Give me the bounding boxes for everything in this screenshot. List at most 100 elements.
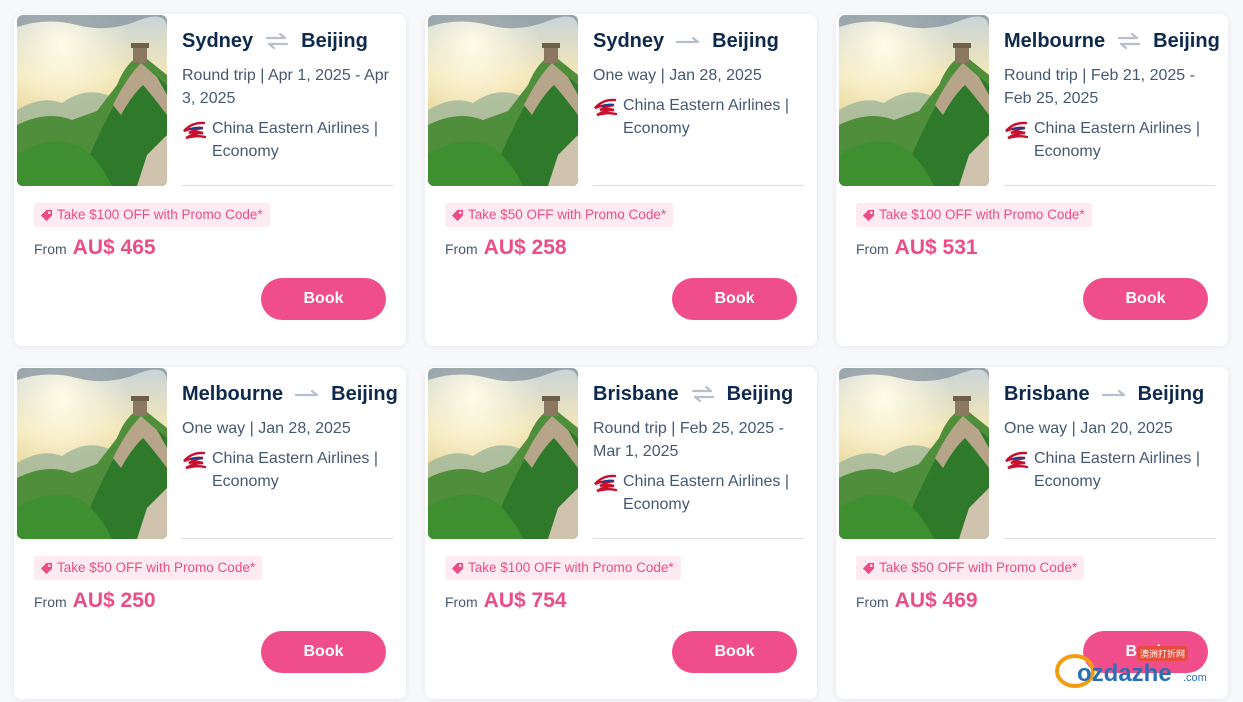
price-tag-icon: [40, 209, 53, 221]
promo-badge: Take $50 OFF with Promo Code*: [445, 203, 674, 227]
china-eastern-logo-icon: [1005, 451, 1028, 470]
deal-info: Melbourne Beijing Round trip | Feb 21, 2…: [1004, 26, 1220, 186]
origin-city: Sydney: [593, 29, 665, 52]
watermark-text: ozdazhe: [1077, 660, 1172, 687]
roundtrip-arrows-icon: [1118, 33, 1141, 49]
from-label: From: [34, 241, 67, 257]
airline-info: China Eastern Airlines | Economy: [182, 117, 393, 163]
origin-city: Sydney: [182, 29, 254, 52]
oneway-arrow-icon: [1101, 389, 1125, 397]
book-button[interactable]: Book: [261, 278, 386, 320]
destination-city: Beijing: [726, 382, 794, 405]
airline-info: China Eastern Airlines | Economy: [593, 94, 804, 140]
airline-cabin: China Eastern Airlines | Economy: [623, 473, 790, 513]
airline-info: China Eastern Airlines | Economy: [182, 447, 393, 493]
promo-badge: Take $100 OFF with Promo Code*: [856, 203, 1092, 227]
oneway-arrow-icon: [295, 389, 319, 397]
deal-info: Melbourne Beijing One way | Jan 28, 2025…: [182, 379, 398, 539]
origin-city: Melbourne: [182, 382, 284, 405]
roundtrip-indicator: [691, 386, 715, 402]
flight-deal-card[interactable]: Brisbane Beijing Round trip | Feb 25, 20…: [425, 367, 817, 699]
flight-deal-card[interactable]: Sydney Beijing Round trip | Apr 1, 2025 …: [14, 14, 406, 346]
destination-city: Beijing: [1137, 382, 1205, 405]
great-wall-photo: [428, 368, 578, 539]
promo-text: Take $100 OFF with Promo Code*: [57, 207, 263, 222]
route-title: Brisbane Beijing: [593, 379, 804, 409]
price-tag-icon: [862, 562, 875, 574]
flight-deal-card[interactable]: Melbourne Beijing Round trip | Feb 21, 2…: [836, 14, 1228, 346]
from-label: From: [34, 594, 67, 610]
book-button[interactable]: Book: [672, 631, 797, 673]
trip-dates: One way | Jan 28, 2025: [182, 420, 351, 437]
deal-info: Sydney Beijing One way | Jan 28, 2025 Ch…: [593, 26, 804, 186]
price-block: From AU$ 469: [856, 589, 978, 613]
deal-info: Brisbane Beijing One way | Jan 20, 2025 …: [1004, 379, 1215, 539]
watermark-badge: 澳洲打折网: [1137, 646, 1189, 661]
airline-cabin: China Eastern Airlines | Economy: [623, 97, 790, 137]
trip-dates: Round trip | Feb 25, 2025 - Mar 1, 2025: [593, 420, 784, 460]
promo-text: Take $50 OFF with Promo Code*: [57, 560, 256, 575]
price-tag-icon: [451, 209, 464, 221]
trip-dates: Round trip | Feb 21, 2025 - Feb 25, 2025: [1004, 67, 1195, 107]
roundtrip-arrows-icon: [691, 386, 714, 402]
china-eastern-logo-icon: [183, 121, 206, 140]
deals-grid: Sydney Beijing Round trip | Apr 1, 2025 …: [14, 14, 1228, 699]
promo-badge: Take $100 OFF with Promo Code*: [34, 203, 270, 227]
airline-cabin: China Eastern Airlines | Economy: [212, 120, 379, 160]
great-wall-photo: [428, 15, 578, 186]
destination-city: Beijing: [331, 382, 398, 405]
from-label: From: [445, 241, 478, 257]
airline-info: China Eastern Airlines | Economy: [1004, 447, 1215, 493]
promo-text: Take $100 OFF with Promo Code*: [468, 560, 674, 575]
airline-cabin: China Eastern Airlines | Economy: [1034, 450, 1201, 490]
price-tag-icon: [451, 562, 464, 574]
price-amount: AU$ 258: [483, 236, 567, 259]
route-title: Brisbane Beijing: [1004, 379, 1215, 409]
great-wall-photo: [839, 368, 989, 539]
price-block: From AU$ 250: [34, 589, 156, 613]
oneway-indicator: [676, 36, 700, 46]
oneway-arrow-icon: [676, 36, 700, 44]
deal-info: Brisbane Beijing Round trip | Feb 25, 20…: [593, 379, 804, 539]
promo-text: Take $100 OFF with Promo Code*: [879, 207, 1085, 222]
price-amount: AU$ 250: [72, 589, 156, 612]
roundtrip-arrows-icon: [266, 33, 289, 49]
great-wall-photo: [17, 368, 167, 539]
roundtrip-indicator: [1117, 33, 1141, 49]
from-label: From: [445, 594, 478, 610]
airline-info: China Eastern Airlines | Economy: [1004, 117, 1215, 163]
price-block: From AU$ 754: [445, 589, 567, 613]
route-title: Melbourne Beijing: [182, 379, 398, 409]
china-eastern-logo-icon: [183, 451, 206, 470]
china-eastern-logo-icon: [594, 98, 617, 117]
from-label: From: [856, 594, 889, 610]
origin-city: Melbourne: [1004, 29, 1106, 52]
route-title: Sydney Beijing: [593, 26, 804, 56]
origin-city: Brisbane: [1004, 382, 1090, 405]
route-title: Sydney Beijing: [182, 26, 393, 56]
price-block: From AU$ 258: [445, 236, 567, 260]
flight-deal-card[interactable]: Melbourne Beijing One way | Jan 28, 2025…: [14, 367, 406, 699]
promo-badge: Take $50 OFF with Promo Code*: [34, 556, 263, 580]
route-title: Melbourne Beijing: [1004, 26, 1220, 56]
from-label: From: [856, 241, 889, 257]
book-button[interactable]: Book: [1083, 278, 1208, 320]
book-button[interactable]: Book: [672, 278, 797, 320]
china-eastern-logo-icon: [594, 474, 617, 493]
destination-city: Beijing: [301, 29, 368, 52]
airline-cabin: China Eastern Airlines | Economy: [212, 450, 379, 490]
watermark-suffix: .com: [1183, 672, 1207, 684]
price-amount: AU$ 465: [72, 236, 156, 259]
china-eastern-logo-icon: [1005, 121, 1028, 140]
flight-deal-card[interactable]: Sydney Beijing One way | Jan 28, 2025 Ch…: [425, 14, 817, 346]
airline-info: China Eastern Airlines | Economy: [593, 470, 804, 516]
price-block: From AU$ 465: [34, 236, 156, 260]
deal-info: Sydney Beijing Round trip | Apr 1, 2025 …: [182, 26, 393, 186]
ozdazhe-watermark: 澳洲打折网 ozdazhe .com: [1055, 644, 1225, 694]
origin-city: Brisbane: [593, 382, 679, 405]
destination-city: Beijing: [712, 29, 779, 52]
price-amount: AU$ 531: [894, 236, 978, 259]
trip-dates: One way | Jan 20, 2025: [1004, 420, 1173, 437]
book-button[interactable]: Book: [261, 631, 386, 673]
promo-badge: Take $100 OFF with Promo Code*: [445, 556, 681, 580]
